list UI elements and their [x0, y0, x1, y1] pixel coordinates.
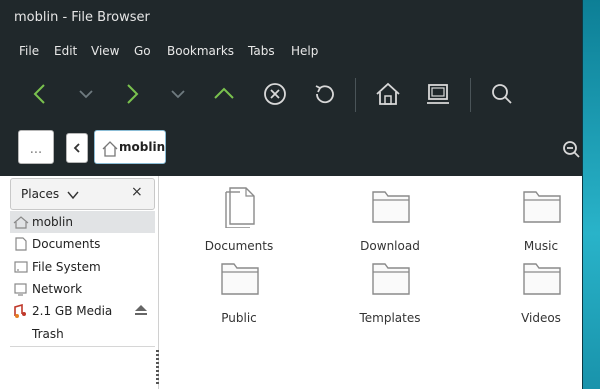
media-icon	[14, 304, 26, 318]
chevron-down-icon[interactable]	[67, 190, 79, 200]
file-view: Documents Download Music Public Template…	[159, 176, 582, 389]
computer-icon[interactable]	[420, 76, 456, 112]
menu-tabs[interactable]: Tabs	[248, 44, 275, 58]
places-title: Places	[21, 187, 60, 201]
menu-edit[interactable]: Edit	[54, 44, 77, 58]
places-header[interactable]: Places ×	[10, 178, 155, 210]
back-history-icon[interactable]	[68, 76, 104, 112]
sidebar-item-label: Network	[32, 282, 83, 296]
menu-go[interactable]: Go	[134, 44, 151, 58]
eject-icon[interactable]	[134, 304, 148, 316]
trash-icon	[13, 327, 29, 341]
file-browser-window: moblin - File Browser File Edit View Go …	[0, 0, 583, 389]
path-scroll-left-button[interactable]	[66, 133, 88, 163]
sidebar-item-label: moblin	[32, 215, 73, 229]
forward-icon[interactable]	[114, 76, 150, 112]
back-icon[interactable]	[22, 76, 58, 112]
menu-view[interactable]: View	[91, 44, 119, 58]
sidebar-item-label: Trash	[32, 327, 64, 341]
file-item-templates[interactable]: Templates	[335, 256, 445, 325]
chevron-left-icon	[73, 143, 80, 153]
file-name: Templates	[359, 311, 421, 325]
search-icon[interactable]	[484, 76, 520, 112]
file-item-public[interactable]: Public	[184, 256, 294, 325]
sidebar-item-documents[interactable]: Documents	[10, 233, 155, 255]
path-home-label: moblin	[119, 140, 166, 154]
menu-bar: File Edit View Go Bookmarks Tabs Help	[0, 38, 582, 66]
folder-icon	[221, 263, 259, 295]
sidebar-item-network[interactable]: Network	[10, 278, 155, 300]
path-overflow-button[interactable]: ...	[18, 130, 54, 164]
sidebar-item-trash[interactable]: Trash	[10, 323, 155, 345]
file-name: Public	[221, 311, 257, 325]
toolbar-separator	[355, 78, 356, 112]
up-icon[interactable]	[206, 76, 242, 112]
drive-icon	[14, 261, 28, 273]
window-title: moblin - File Browser	[14, 10, 150, 25]
path-home-button[interactable]: moblin	[94, 130, 166, 164]
home-icon	[13, 216, 29, 229]
close-sidebar-button[interactable]: ×	[131, 184, 143, 200]
sidebar-item-label: 2.1 GB Media	[32, 304, 113, 318]
file-item-videos[interactable]: Videos	[486, 256, 582, 325]
sidebar-divider	[10, 346, 155, 347]
menu-help[interactable]: Help	[291, 44, 318, 58]
zoom-out-icon[interactable]	[560, 138, 582, 160]
menu-bookmarks[interactable]: Bookmarks	[167, 44, 234, 58]
file-item-documents[interactable]: Documents	[184, 184, 294, 253]
toolbar-separator	[470, 78, 471, 112]
home-icon[interactable]	[370, 76, 406, 112]
file-name: Documents	[204, 239, 274, 253]
file-name: Videos	[521, 311, 561, 325]
sidebar-item-label: Documents	[32, 237, 101, 251]
title-bar[interactable]: moblin - File Browser	[0, 0, 582, 38]
folder-icon	[372, 191, 410, 223]
folder-icon	[523, 191, 561, 223]
folder-icon	[523, 263, 561, 295]
reload-icon[interactable]	[307, 76, 343, 112]
network-icon	[14, 283, 27, 296]
file-name: Music	[523, 239, 559, 253]
sidebar-item-media[interactable]: 2.1 GB Media	[10, 300, 155, 322]
document-icon	[15, 237, 27, 251]
document-icon	[225, 187, 255, 228]
folder-icon	[372, 263, 410, 295]
file-name: Download	[360, 239, 420, 253]
stop-icon[interactable]	[257, 76, 293, 112]
toolbar	[0, 66, 582, 124]
sidebar-item-file-system[interactable]: File System	[10, 256, 155, 278]
home-icon	[102, 141, 118, 157]
menu-file[interactable]: File	[19, 44, 39, 58]
sidebar-item-label: File System	[32, 260, 101, 274]
forward-history-icon[interactable]	[160, 76, 196, 112]
sidebar-item-moblin[interactable]: moblin	[10, 211, 155, 233]
file-item-music[interactable]: Music	[486, 184, 582, 253]
file-item-download[interactable]: Download	[335, 184, 445, 253]
